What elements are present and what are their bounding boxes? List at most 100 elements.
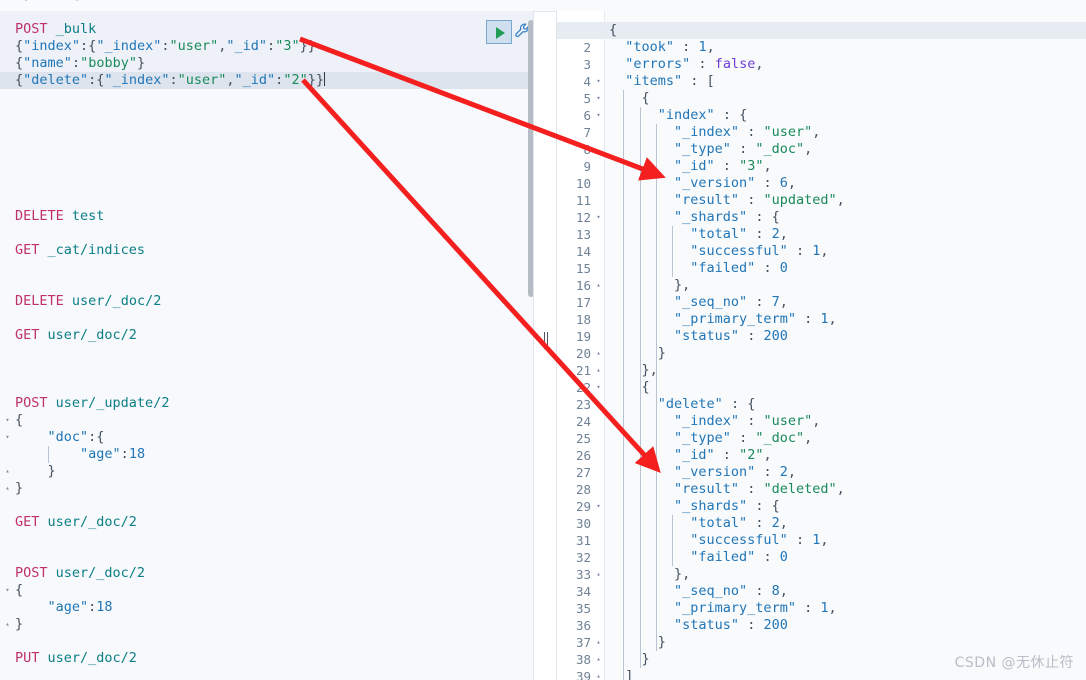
response-code-line[interactable]: { [609, 90, 650, 107]
code-token: _bulk [55, 21, 97, 37]
request-fold-gutter[interactable]: ▾ ▾ ▴ ▴ ▾ ▴ [0, 11, 13, 680]
fold-collapse-icon[interactable]: ▾ [594, 209, 603, 226]
response-code-line[interactable]: "result" : "updated", [609, 192, 845, 209]
request-code-line[interactable]: POST user/_doc/2 [15, 565, 145, 582]
response-code-line[interactable]: "_primary_term" : 1, [609, 311, 837, 328]
response-line-number: 18 [575, 312, 591, 327]
fold-expand-icon[interactable]: ▴ [594, 362, 603, 379]
request-code-line[interactable]: DELETE test [15, 208, 104, 225]
fold-collapse-icon[interactable]: ▾ [594, 73, 603, 90]
fold-collapse-icon[interactable]: ▾ [594, 107, 603, 124]
request-code-line[interactable]: {"index":{"_index":"user","_id":"3"}} [15, 38, 316, 55]
response-code-line[interactable]: "status" : 200 [609, 328, 788, 345]
response-code-line[interactable]: "_index" : "user", [609, 124, 820, 141]
code-token: , [804, 430, 813, 446]
request-code-line[interactable]: "age":18 [15, 446, 145, 463]
response-code-line[interactable]: "_shards" : { [609, 209, 780, 226]
fold-collapse-icon[interactable]: ▾ [594, 379, 603, 396]
response-code-line[interactable]: }, [609, 362, 658, 379]
request-code-line[interactable]: GET user/_doc/2 [15, 514, 137, 531]
response-code-line[interactable]: "took" : 1, [609, 39, 714, 56]
response-code-line[interactable]: "items" : [ [609, 73, 714, 90]
response-line-number: 19 [575, 329, 591, 344]
code-token: GET [15, 242, 40, 258]
request-code-line[interactable]: GET _cat/indices [15, 242, 145, 259]
request-code-line[interactable]: {"name":"bobby"} [15, 55, 145, 72]
request-code-line[interactable]: GET user/_doc/2 [15, 327, 137, 344]
response-code-line[interactable]: { [609, 379, 650, 396]
code-token: : [169, 72, 178, 88]
response-code-line[interactable]: } [609, 651, 650, 668]
fold-expand-icon[interactable]: ▴ [594, 277, 603, 294]
request-code-line[interactable]: "age":18 [15, 599, 113, 616]
pane-splitter-handle[interactable] [543, 332, 550, 349]
fold-expand-icon[interactable]: ▴ [3, 484, 12, 493]
fold-expand-icon[interactable]: ▴ [594, 634, 603, 651]
fold-expand-icon[interactable]: ▴ [3, 620, 12, 629]
response-code-line[interactable]: "failed" : 0 [609, 260, 788, 277]
run-request-button[interactable] [486, 20, 512, 44]
code-token: "delete" [657, 396, 723, 412]
response-code-line[interactable]: "_id" : "2", [609, 447, 772, 464]
response-code-line[interactable]: "index" : { [609, 107, 747, 124]
response-code-line[interactable]: "_version" : 6, [609, 175, 796, 192]
request-code-line[interactable]: {"delete":{"_index":"user","_id":"2"}} [0, 72, 533, 89]
response-code-line[interactable]: "status" : 200 [609, 617, 788, 634]
fold-collapse-icon[interactable]: ▾ [3, 433, 12, 442]
request-editor-pane[interactable]: ▾ ▾ ▴ ▴ ▾ ▴ POST _bulk {"index":{"_index":"use… [0, 11, 534, 680]
request-code-line[interactable]: POST _bulk [15, 21, 96, 38]
fold-collapse-icon[interactable]: ▾ [594, 396, 603, 413]
response-code-line[interactable]: "total" : 2, [609, 515, 788, 532]
response-code-line[interactable]: "_primary_term" : 1, [609, 600, 837, 617]
code-token: 2 [771, 226, 780, 242]
fold-expand-icon[interactable]: ▴ [594, 345, 603, 362]
response-active-line-highlight [557, 22, 1086, 39]
fold-expand-icon[interactable]: ▴ [594, 668, 603, 680]
response-code-line[interactable]: } [609, 634, 666, 651]
response-code-line[interactable]: "_seq_no" : 7, [609, 294, 788, 311]
response-code-line[interactable]: "errors" : false, [609, 56, 763, 73]
fold-expand-icon[interactable]: ▴ [594, 566, 603, 583]
response-code-line[interactable]: }, [609, 566, 690, 583]
response-code-line[interactable]: "total" : 2, [609, 226, 788, 243]
response-code-line[interactable]: "_seq_no" : 8, [609, 583, 788, 600]
code-token: "_id" [674, 447, 715, 463]
response-code-line[interactable]: "delete" : { [609, 396, 756, 413]
response-code-line[interactable]: "_shards" : { [609, 498, 780, 515]
fold-collapse-icon[interactable]: ▾ [594, 498, 603, 515]
request-code-line[interactable]: "doc":{ [15, 429, 105, 446]
response-code-line[interactable]: "_version" : 2, [609, 464, 796, 481]
code-token: "3" [275, 38, 300, 54]
response-code-line[interactable]: } [609, 345, 666, 362]
fold-expand-icon[interactable]: ▴ [594, 651, 603, 668]
response-code-line[interactable]: "successful" : 1, [609, 532, 828, 549]
request-code-line[interactable]: { [15, 412, 23, 429]
response-code-line[interactable]: "successful" : 1, [609, 243, 828, 260]
fold-collapse-icon[interactable]: ▾ [594, 90, 603, 107]
code-token: : [739, 124, 764, 140]
request-code-line[interactable]: } [15, 463, 56, 480]
request-code-line[interactable]: PUT user/_doc/2 [15, 650, 137, 667]
request-run-controls[interactable] [486, 20, 533, 46]
response-code-line[interactable]: }, [609, 277, 690, 294]
request-code-line[interactable]: { [15, 582, 23, 599]
fold-collapse-icon[interactable]: ▾ [3, 416, 12, 425]
response-code-line[interactable]: ] [609, 668, 633, 680]
response-editor-pane[interactable]: 1▾234▾5▾6▾789101112▾13141516▴17181920▴21… [556, 11, 1086, 680]
response-line-number-gutter[interactable]: 1▾234▾5▾6▾789101112▾13141516▴17181920▴21… [557, 11, 605, 680]
fold-collapse-icon[interactable]: ▾ [3, 586, 12, 595]
response-line-number: 5 [583, 91, 591, 106]
request-vertical-scrollbar[interactable] [528, 20, 533, 297]
response-code-line[interactable]: "failed" : 0 [609, 549, 788, 566]
request-code-line[interactable]: DELETE user/_doc/2 [15, 293, 161, 310]
request-code-line[interactable]: } [15, 616, 23, 633]
response-code-line[interactable]: { [609, 22, 617, 39]
response-code-line[interactable]: "_id" : "3", [609, 158, 772, 175]
code-token: "_doc" [755, 141, 805, 157]
fold-expand-icon[interactable]: ▴ [3, 467, 12, 476]
request-code-line[interactable]: POST user/_update/2 [15, 395, 169, 412]
request-code-line[interactable]: } [15, 480, 23, 497]
response-code-line[interactable]: "_index" : "user", [609, 413, 820, 430]
response-code-line[interactable]: "result" : "deleted", [609, 481, 845, 498]
